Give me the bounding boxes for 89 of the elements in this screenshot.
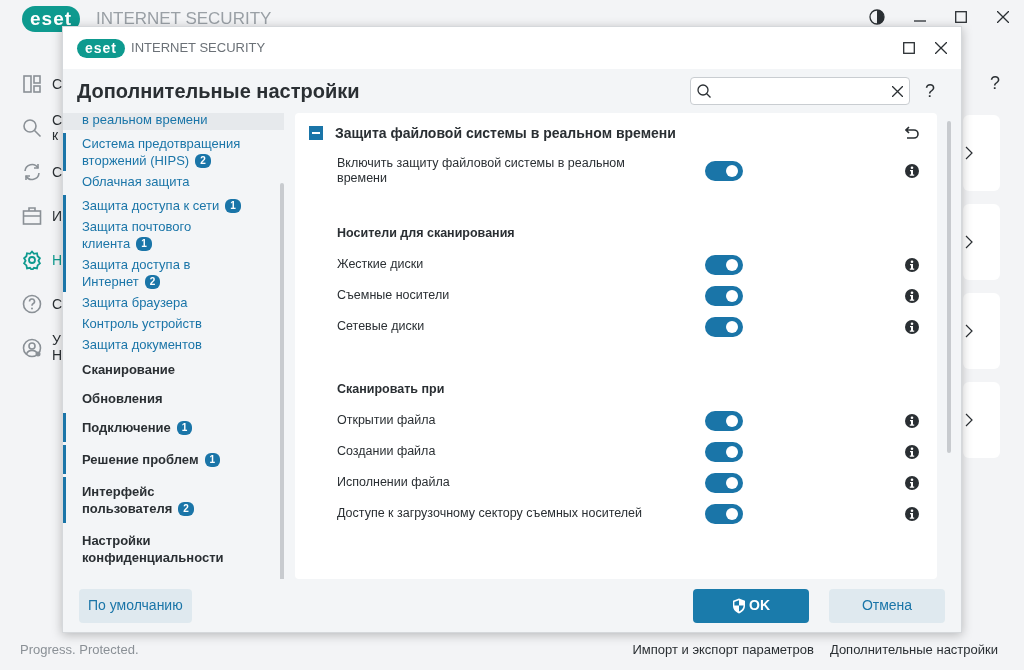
cancel-button[interactable]: Отмена bbox=[829, 588, 945, 623]
app-title: INTERNET SECURITY bbox=[96, 8, 272, 30]
setting-label: Жесткие диски bbox=[337, 257, 425, 272]
info-icon[interactable] bbox=[905, 163, 919, 178]
nav-item[interactable]: Обновления bbox=[63, 384, 284, 413]
close-icon[interactable] bbox=[997, 11, 1009, 23]
nav-item[interactable]: Контроль устройств bbox=[63, 313, 284, 334]
count-badge: 1 bbox=[225, 199, 241, 213]
user-icon bbox=[22, 338, 42, 358]
toggle-switch[interactable] bbox=[705, 160, 743, 181]
link[interactable]: Дополнительные настройки bbox=[829, 640, 998, 660]
sidebar-item[interactable]: С к bbox=[22, 114, 63, 142]
info-icon[interactable] bbox=[905, 444, 919, 459]
default-button[interactable]: По умолчанию bbox=[79, 588, 192, 623]
clear-icon[interactable] bbox=[892, 85, 903, 97]
count-badge: 2 bbox=[195, 154, 211, 168]
group-heading: Носители для сканирования bbox=[336, 225, 516, 243]
refresh-icon bbox=[22, 162, 42, 182]
dialog-heading: Дополнительные настройки bbox=[77, 79, 361, 103]
count-badge: 2 bbox=[178, 502, 194, 516]
help-icon[interactable]: ? bbox=[925, 77, 935, 105]
maximize-button[interactable] bbox=[903, 42, 915, 54]
maximize-icon[interactable] bbox=[955, 11, 967, 23]
setting-label: Съемные носители bbox=[337, 288, 451, 303]
setting-label: Сетевые диски bbox=[337, 319, 426, 334]
setting-label: Открытии файла bbox=[337, 413, 437, 428]
info-icon[interactable] bbox=[905, 413, 919, 428]
chevron-right-icon[interactable] bbox=[965, 324, 973, 338]
setting-label: Исполнении файла bbox=[337, 475, 451, 490]
info-icon[interactable] bbox=[905, 319, 919, 334]
maximize-icon bbox=[903, 42, 915, 54]
count-badge: 1 bbox=[176, 421, 193, 435]
sidebar-item[interactable]: С bbox=[22, 158, 63, 186]
logo: eset bbox=[22, 6, 81, 32]
group-heading: Сканировать при bbox=[336, 381, 446, 399]
count-badge: 1 bbox=[204, 453, 221, 467]
toggle-switch[interactable] bbox=[705, 441, 743, 462]
nav-item[interactable]: Облачная защита bbox=[63, 171, 284, 192]
minus-icon bbox=[309, 126, 323, 140]
toggle-switch[interactable] bbox=[705, 285, 743, 306]
setting-label: Доступе к загрузочному сектору съемных носителей bbox=[337, 506, 643, 521]
scrollbar[interactable] bbox=[280, 183, 284, 579]
sidebar-item[interactable]: И bbox=[22, 202, 63, 230]
close-icon bbox=[935, 42, 947, 54]
window-title: INTERNET SECURITY bbox=[131, 39, 267, 58]
sidebar-item[interactable]: С bbox=[22, 70, 63, 98]
nav-item[interactable]: Защита документов bbox=[63, 334, 284, 355]
nav-item[interactable]: в реальном времени bbox=[63, 113, 284, 130]
gear-icon bbox=[22, 250, 42, 270]
section-title: Защита файловой системы в реальном времени bbox=[335, 123, 677, 143]
chevron-right-icon[interactable] bbox=[965, 413, 973, 427]
setting-label: Создании файла bbox=[337, 444, 437, 459]
info-icon[interactable] bbox=[905, 475, 919, 490]
search-icon bbox=[22, 118, 42, 138]
info-icon[interactable] bbox=[905, 257, 919, 272]
nav-item[interactable]: Защита браузера bbox=[63, 292, 284, 313]
help-icon[interactable]: ? bbox=[990, 70, 1000, 97]
toggle-switch[interactable] bbox=[705, 503, 743, 524]
info-icon[interactable] bbox=[905, 288, 919, 303]
nav-item[interactable]: Система предотвращения вторжений (HIPS) 2 bbox=[63, 133, 284, 171]
ok-button[interactable]: OK bbox=[693, 588, 809, 623]
sidebar-item[interactable]: С bbox=[22, 290, 63, 318]
toggle-switch[interactable] bbox=[705, 472, 743, 493]
toggle-switch[interactable] bbox=[705, 316, 743, 337]
scrollbar[interactable] bbox=[947, 121, 951, 453]
contrast-icon[interactable] bbox=[869, 9, 885, 25]
undo-icon[interactable] bbox=[905, 126, 919, 140]
toggle-switch[interactable] bbox=[705, 254, 743, 275]
chevron-right-icon[interactable] bbox=[965, 235, 973, 249]
count-badge: 1 bbox=[136, 237, 152, 251]
setting-label: Включить защиту файловой системы в реальном времени bbox=[337, 155, 626, 186]
nav-item[interactable]: Сканирование bbox=[63, 355, 284, 384]
nav-item[interactable]: Настройки конфиденциальности bbox=[63, 526, 284, 572]
search-field[interactable] bbox=[690, 77, 910, 105]
close-button[interactable] bbox=[935, 42, 947, 54]
link[interactable]: Импорт и экспорт параметров bbox=[632, 640, 814, 660]
count-badge: 2 bbox=[144, 275, 161, 289]
status-text: Progress. Protected. bbox=[20, 641, 139, 659]
chevron-right-icon[interactable] bbox=[965, 146, 973, 160]
logo: eset bbox=[77, 38, 126, 58]
toggle-switch[interactable] bbox=[705, 410, 743, 431]
briefcase-icon bbox=[22, 206, 42, 226]
help-icon bbox=[22, 294, 42, 314]
info-icon[interactable] bbox=[905, 506, 919, 521]
dashboard-icon bbox=[22, 74, 42, 94]
sidebar-item[interactable]: У Н bbox=[22, 334, 63, 362]
search-icon bbox=[697, 84, 711, 98]
collapse-button[interactable] bbox=[309, 126, 323, 140]
shield-icon bbox=[732, 597, 746, 614]
